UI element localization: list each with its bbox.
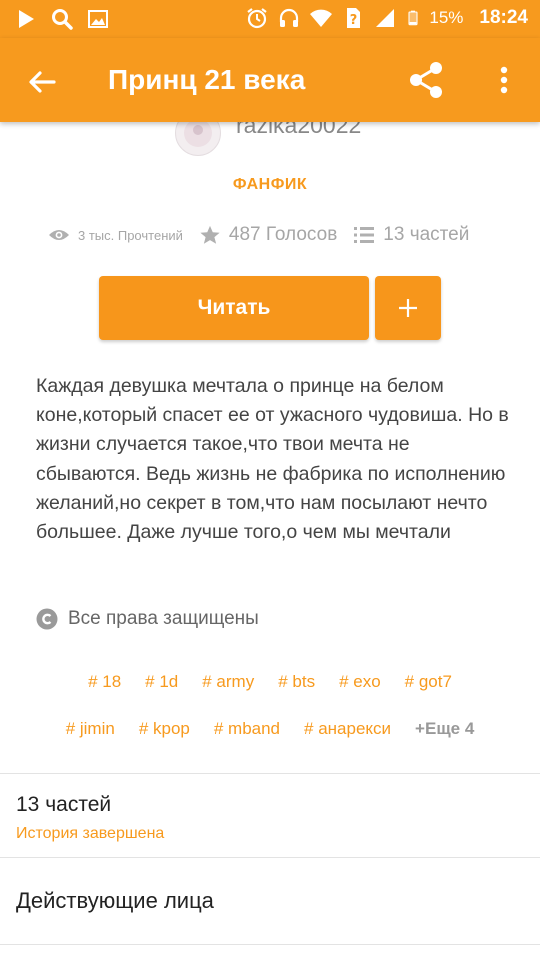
- share-button[interactable]: [404, 58, 448, 102]
- star-icon: [200, 225, 220, 244]
- back-button[interactable]: [22, 62, 62, 102]
- tags-row: # 18 # 1d # army # bts # exo # got7: [0, 672, 540, 692]
- plus-icon: [399, 299, 417, 317]
- more-tags-button[interactable]: +Еще 4: [415, 719, 474, 739]
- list-icon: [354, 227, 375, 243]
- back-arrow-icon: [29, 71, 56, 93]
- status-bar: ? 15% 18:24: [0, 0, 540, 38]
- headphones-icon: [280, 8, 299, 27]
- share-icon: [410, 62, 442, 98]
- sim-icon: ?: [347, 8, 361, 28]
- tag[interactable]: # 18: [88, 672, 121, 692]
- votes-count: 487 Голосов: [228, 224, 338, 245]
- alarm-icon: [247, 8, 268, 29]
- tag[interactable]: # kpop: [139, 719, 190, 739]
- battery-icon: [408, 10, 418, 26]
- svg-text:?: ?: [350, 13, 358, 28]
- tag[interactable]: # анарекси: [304, 719, 391, 739]
- divider: [0, 773, 540, 774]
- votes-stat: 487 Голосов: [199, 224, 337, 246]
- more-options-button[interactable]: [490, 60, 518, 100]
- reads-stat: 3 тыс. Прочтений: [48, 227, 183, 243]
- play-icon: [19, 10, 34, 28]
- parts-title: 13 частей: [16, 793, 112, 816]
- battery-percentage: 15%: [429, 8, 464, 27]
- page-title: Принц 21 века: [108, 64, 306, 95]
- more-vert-icon: [500, 66, 508, 94]
- tag[interactable]: # jimin: [66, 719, 115, 739]
- copyright-label: Все права защищены: [68, 608, 259, 629]
- category-label[interactable]: ФАНФИК: [0, 176, 540, 194]
- parts-count: 13 частей: [383, 224, 470, 245]
- reads-count: 3 тыс. Прочтений: [78, 227, 183, 243]
- story-stats: 3 тыс. Прочтений 487 Голосов 13 частей: [48, 224, 469, 246]
- parts-stat: 13 частей: [353, 224, 469, 246]
- tag[interactable]: # army: [202, 672, 254, 692]
- tag[interactable]: # mband: [214, 719, 280, 739]
- wifi-icon: [310, 9, 333, 27]
- app-bar: Принц 21 века: [0, 38, 540, 122]
- tag[interactable]: # 1d: [145, 672, 178, 692]
- clock: 18:24: [479, 7, 528, 28]
- tag[interactable]: # bts: [278, 672, 315, 692]
- signal-icon: [376, 9, 395, 27]
- story-description: Каждая девушка мечтала о принце на белом…: [36, 375, 509, 544]
- tags-row: # jimin # kpop # mband # анарекси +Еще 4: [0, 719, 540, 739]
- search-icon: [52, 9, 73, 30]
- divider: [0, 944, 540, 945]
- add-to-library-button[interactable]: [375, 276, 441, 340]
- tag[interactable]: # exo: [339, 672, 381, 692]
- characters-title: Действующие лица: [16, 888, 214, 913]
- eye-icon: [49, 230, 69, 240]
- image-icon: [88, 10, 108, 28]
- copyright-icon: [36, 608, 58, 630]
- parts-section[interactable]: 13 частей История завершена: [0, 775, 540, 857]
- read-button[interactable]: Читать: [99, 276, 369, 340]
- story-status: История завершена: [16, 825, 165, 842]
- characters-section[interactable]: Действующие лица: [0, 858, 540, 944]
- copyright-row: Все права защищены: [36, 608, 259, 630]
- tag[interactable]: # got7: [405, 672, 452, 692]
